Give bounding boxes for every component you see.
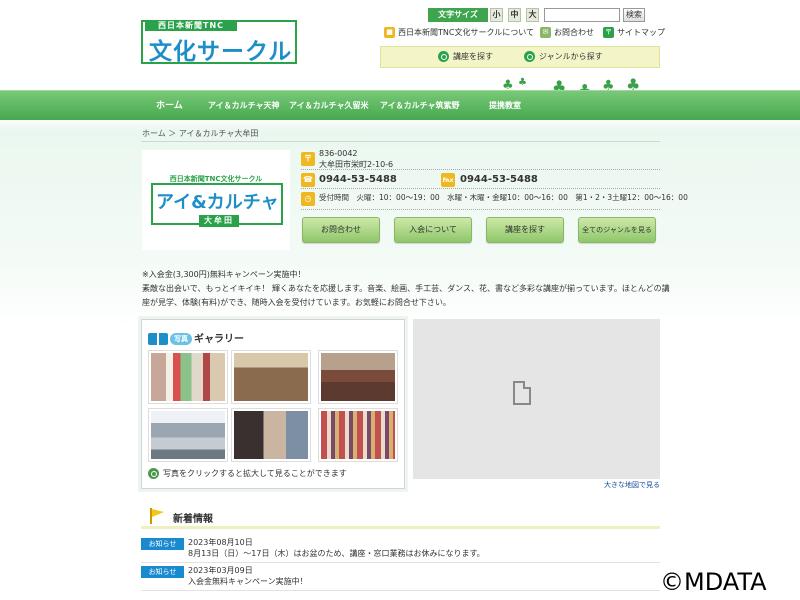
nav-home[interactable]: ホーム: [156, 91, 183, 121]
campaign-notice: ※入会金(3,300円)無料キャンペーン実施中！: [142, 270, 306, 279]
shop-logo-city: 大牟田: [199, 215, 239, 227]
search-icon: [524, 51, 535, 62]
gallery-title: 写真 ギャラリー: [148, 330, 244, 345]
gallery-image: [234, 353, 308, 401]
news-text[interactable]: 入会金無料キャンペーン実施中！: [188, 576, 308, 587]
font-size-label: 文字サイズ: [428, 8, 488, 22]
about-link[interactable]: ■ 西日本新聞TNC文化サークルについて: [384, 27, 534, 39]
news-badge: お知らせ: [141, 566, 184, 578]
shop-logo-title: アイ&カルチャ: [156, 192, 279, 213]
logo-title: 文化サークル: [149, 39, 293, 65]
gallery-thumbnail[interactable]: [148, 408, 228, 462]
membership-button[interactable]: 入会について: [394, 217, 472, 243]
news-date: 2023年03月09日: [188, 566, 253, 575]
search-input[interactable]: [544, 8, 620, 22]
font-size-small-button[interactable]: 小: [490, 8, 503, 22]
postal-code: 836-0042: [319, 149, 358, 158]
mail-icon: ✉: [540, 27, 551, 38]
search-button[interactable]: 検索: [623, 8, 645, 22]
find-course-label: 講座を探す: [453, 52, 493, 61]
news-date: 2023年08月10日: [188, 538, 253, 547]
shop-logo: 西日本新聞TNC文化サークル アイ&カルチャ 大牟田: [142, 150, 290, 250]
intro-text-cont: 座が見学、体験(有料)ができ、随時入会を受付けています。お気軽にお問合せ下さい。: [142, 298, 451, 307]
gallery-image: [151, 353, 225, 401]
info-divider: [301, 188, 660, 189]
breadcrumb-divider: [141, 141, 660, 142]
gallery-thumbnail[interactable]: [318, 408, 398, 462]
clock-icon: ◷: [301, 192, 315, 206]
info-divider: [301, 209, 660, 210]
find-course-button[interactable]: 講座を探す: [486, 217, 564, 243]
shop-logo-box: アイ&カルチャ 大牟田: [151, 183, 283, 227]
gallery-thumbnail[interactable]: [148, 350, 228, 404]
zoom-icon: [148, 468, 159, 479]
sitemap-icon: 〒: [603, 27, 614, 38]
gallery-thumbnail[interactable]: [231, 350, 311, 404]
photo-tag: 写真: [170, 333, 192, 345]
photo-gallery: 写真 ギャラリー 写真をクリックすると拡大して見ることができます: [141, 319, 405, 489]
clover-icon: ♣: [518, 77, 527, 88]
map-embed[interactable]: [413, 319, 660, 479]
phone-icon: ☎: [301, 173, 315, 187]
nav-partner-classes[interactable]: 提携教室: [489, 91, 521, 121]
search-subnav: 講座を探す ジャンルから探す: [380, 46, 660, 68]
font-size-medium-button[interactable]: 中: [508, 8, 521, 22]
fax-number: 0944-53-5488: [460, 174, 538, 185]
intro-text: 素敵な出会いで、もっとイキイキ！ 輝くあなたを応援します。音楽、絵画、手工芸、ダ…: [142, 284, 670, 293]
broken-image-icon: [513, 381, 531, 405]
tel-number: 0944-53-5488: [319, 174, 397, 185]
contact-link-label: お問合わせ: [554, 28, 594, 37]
watermark: ©MDATA: [660, 568, 767, 596]
nav-tenjin[interactable]: アイ＆カルチャ天神: [208, 91, 280, 121]
breadcrumb[interactable]: ホーム ＞ アイ＆カルチャ大牟田: [142, 128, 258, 139]
info-divider: [301, 169, 660, 170]
gallery-thumbnail[interactable]: [231, 408, 311, 462]
fax-icon: ℻: [441, 173, 455, 187]
logo-subtitle: 西日本新聞TNC: [145, 21, 237, 31]
font-size-large-button[interactable]: 大: [526, 8, 539, 22]
news-divider: [141, 590, 660, 591]
location-icon: 〒: [301, 152, 315, 166]
news-header: 新着情報: [141, 505, 660, 529]
find-by-genre-label: ジャンルから探す: [539, 52, 603, 61]
all-genres-button[interactable]: 全てのジャンルを見る: [578, 217, 656, 243]
sitemap-link-label: サイトマップ: [617, 28, 665, 37]
gallery-thumbnail[interactable]: [318, 350, 398, 404]
find-course-link[interactable]: 講座を探す: [438, 50, 493, 64]
large-map-link[interactable]: 大きな地図で見る: [604, 480, 660, 490]
nav-kurume[interactable]: アイ＆カルチャ久留米: [289, 91, 369, 121]
find-by-genre-link[interactable]: ジャンルから探す: [524, 50, 603, 64]
site-logo[interactable]: 西日本新聞TNC 文化サークル: [141, 20, 297, 65]
sitemap-link[interactable]: 〒サイトマップ: [603, 27, 665, 39]
flag-icon: [150, 508, 164, 524]
lock-icon: ■: [384, 27, 395, 38]
gallery-title-label: ギャラリー: [194, 334, 244, 345]
about-link-label: 西日本新聞TNC文化サークルについて: [398, 28, 534, 37]
news-divider: [141, 562, 660, 563]
gallery-note-text: 写真をクリックすると拡大して見ることができます: [163, 469, 347, 478]
news-title: 新着情報: [173, 514, 213, 525]
news-text[interactable]: 8月13日（日）～17日（木）はお盆のため、講座・窓口業務はお休みになります。: [188, 548, 485, 559]
nav-chikushino[interactable]: アイ＆カルチャ筑紫野: [380, 91, 460, 121]
contact-button[interactable]: お問合わせ: [302, 217, 380, 243]
news-badge: お知らせ: [141, 538, 184, 550]
search-icon: [438, 51, 449, 62]
gallery-image: [321, 353, 395, 401]
gallery-image: [151, 411, 225, 459]
gallery-image: [234, 411, 308, 459]
main-nav: ホーム アイ＆カルチャ天神 アイ＆カルチャ久留米 アイ＆カルチャ筑紫野 提携教室: [0, 90, 800, 120]
gallery-note: 写真をクリックすると拡大して見ることができます: [148, 468, 347, 479]
gallery-image: [321, 411, 395, 459]
business-hours: 受付時間 火曜：10：00～19：00 水曜・木曜・金曜10：00～16：00 …: [319, 193, 688, 202]
contact-link[interactable]: ✉ お問合わせ: [540, 27, 594, 39]
book-icon: [148, 333, 168, 345]
